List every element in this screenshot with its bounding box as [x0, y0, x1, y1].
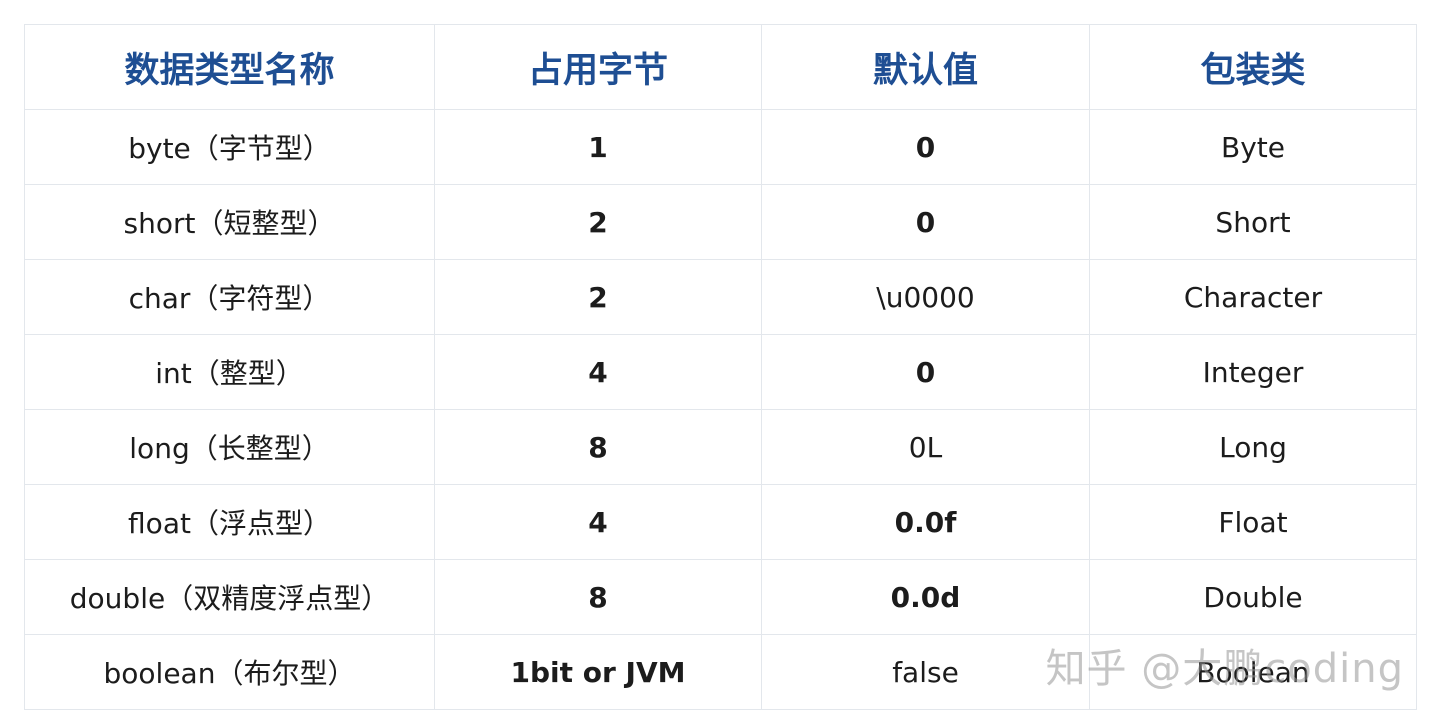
cell-type-name: short（短整型） [24, 184, 435, 260]
cell-wrapper-class: Long [1089, 409, 1417, 485]
cell-default-value: \u0000 [761, 259, 1090, 335]
cell-type-name: long（长整型） [24, 409, 435, 485]
cell-default-value: 0 [761, 184, 1090, 260]
cell-type-name: boolean（布尔型） [24, 634, 435, 710]
cell-bytes: 4 [434, 484, 762, 560]
cell-default-value: 0L [761, 409, 1090, 485]
cell-type-name: char（字符型） [24, 259, 435, 335]
cell-bytes: 2 [434, 184, 762, 260]
cell-type-name: double（双精度浮点型） [24, 559, 435, 635]
cell-wrapper-class: Float [1089, 484, 1417, 560]
cell-bytes: 8 [434, 409, 762, 485]
table-row: float（浮点型） 4 0.0f Float [24, 484, 1417, 560]
table-row: long（长整型） 8 0L Long [24, 409, 1417, 485]
cell-type-name: float（浮点型） [24, 484, 435, 560]
header-wrapper-class: 包装类 [1089, 24, 1417, 110]
cell-wrapper-class: Boolean [1089, 634, 1417, 710]
cell-bytes: 1bit or JVM [434, 634, 762, 710]
cell-type-name: byte（字节型） [24, 109, 435, 185]
table-row: char（字符型） 2 \u0000 Character [24, 259, 1417, 335]
cell-wrapper-class: Byte [1089, 109, 1417, 185]
header-bytes: 占用字节 [434, 24, 762, 110]
table-row: short（短整型） 2 0 Short [24, 184, 1417, 260]
cell-bytes: 8 [434, 559, 762, 635]
cell-default-value: 0 [761, 109, 1090, 185]
cell-default-value: false [761, 634, 1090, 710]
table-row: boolean（布尔型） 1bit or JVM false Boolean [24, 634, 1417, 710]
cell-wrapper-class: Character [1089, 259, 1417, 335]
table-row: double（双精度浮点型） 8 0.0d Double [24, 559, 1417, 635]
header-type-name: 数据类型名称 [24, 24, 435, 110]
cell-bytes: 2 [434, 259, 762, 335]
table-row: byte（字节型） 1 0 Byte [24, 109, 1417, 185]
table-header-row: 数据类型名称 占用字节 默认值 包装类 [24, 24, 1417, 110]
cell-wrapper-class: Integer [1089, 334, 1417, 410]
cell-wrapper-class: Short [1089, 184, 1417, 260]
data-types-table-container: 数据类型名称 占用字节 默认值 包装类 byte（字节型） 1 0 Byte s… [24, 24, 1417, 710]
cell-wrapper-class: Double [1089, 559, 1417, 635]
header-default-value: 默认值 [761, 24, 1090, 110]
cell-default-value: 0.0d [761, 559, 1090, 635]
table-row: int（整型） 4 0 Integer [24, 334, 1417, 410]
data-types-table: 数据类型名称 占用字节 默认值 包装类 byte（字节型） 1 0 Byte s… [24, 24, 1417, 710]
cell-bytes: 4 [434, 334, 762, 410]
cell-default-value: 0.0f [761, 484, 1090, 560]
cell-bytes: 1 [434, 109, 762, 185]
cell-type-name: int（整型） [24, 334, 435, 410]
cell-default-value: 0 [761, 334, 1090, 410]
